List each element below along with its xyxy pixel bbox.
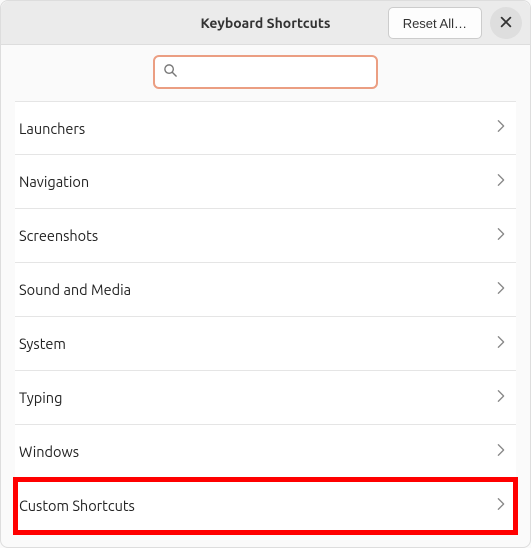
category-label: Typing [19,389,62,406]
chevron-right-icon [494,443,508,461]
category-label: Navigation [19,173,89,190]
category-item-system[interactable]: System [15,317,516,371]
keyboard-shortcuts-window: Keyboard Shortcuts Reset All… Launchers … [0,0,531,548]
category-label: System [19,335,66,352]
category-label: Custom Shortcuts [19,497,135,514]
category-item-launchers[interactable]: Launchers [15,101,516,155]
category-item-sound-and-media[interactable]: Sound and Media [15,263,516,317]
chevron-right-icon [494,335,508,353]
category-label: Launchers [19,120,85,137]
search-bar [1,45,530,101]
category-item-typing[interactable]: Typing [15,371,516,425]
close-button[interactable] [490,7,522,39]
chevron-right-icon [494,389,508,407]
search-input[interactable] [184,64,368,80]
page-title: Keyboard Shortcuts [201,15,331,31]
chevron-right-icon [494,119,508,137]
chevron-right-icon [494,281,508,299]
category-item-custom-shortcuts[interactable]: Custom Shortcuts [15,479,516,533]
category-item-windows[interactable]: Windows [15,425,516,479]
header-bar: Keyboard Shortcuts Reset All… [1,1,530,45]
category-item-navigation[interactable]: Navigation [15,155,516,209]
category-label: Windows [19,443,79,460]
search-icon [163,63,178,82]
search-field-wrap[interactable] [153,55,378,89]
category-item-screenshots[interactable]: Screenshots [15,209,516,263]
close-icon [499,15,513,32]
chevron-right-icon [494,497,508,515]
category-label: Screenshots [19,227,98,244]
category-label: Sound and Media [19,281,131,298]
category-list: Launchers Navigation Screenshots Sound a… [1,101,530,547]
reset-all-button[interactable]: Reset All… [388,7,482,39]
chevron-right-icon [494,227,508,245]
chevron-right-icon [494,173,508,191]
